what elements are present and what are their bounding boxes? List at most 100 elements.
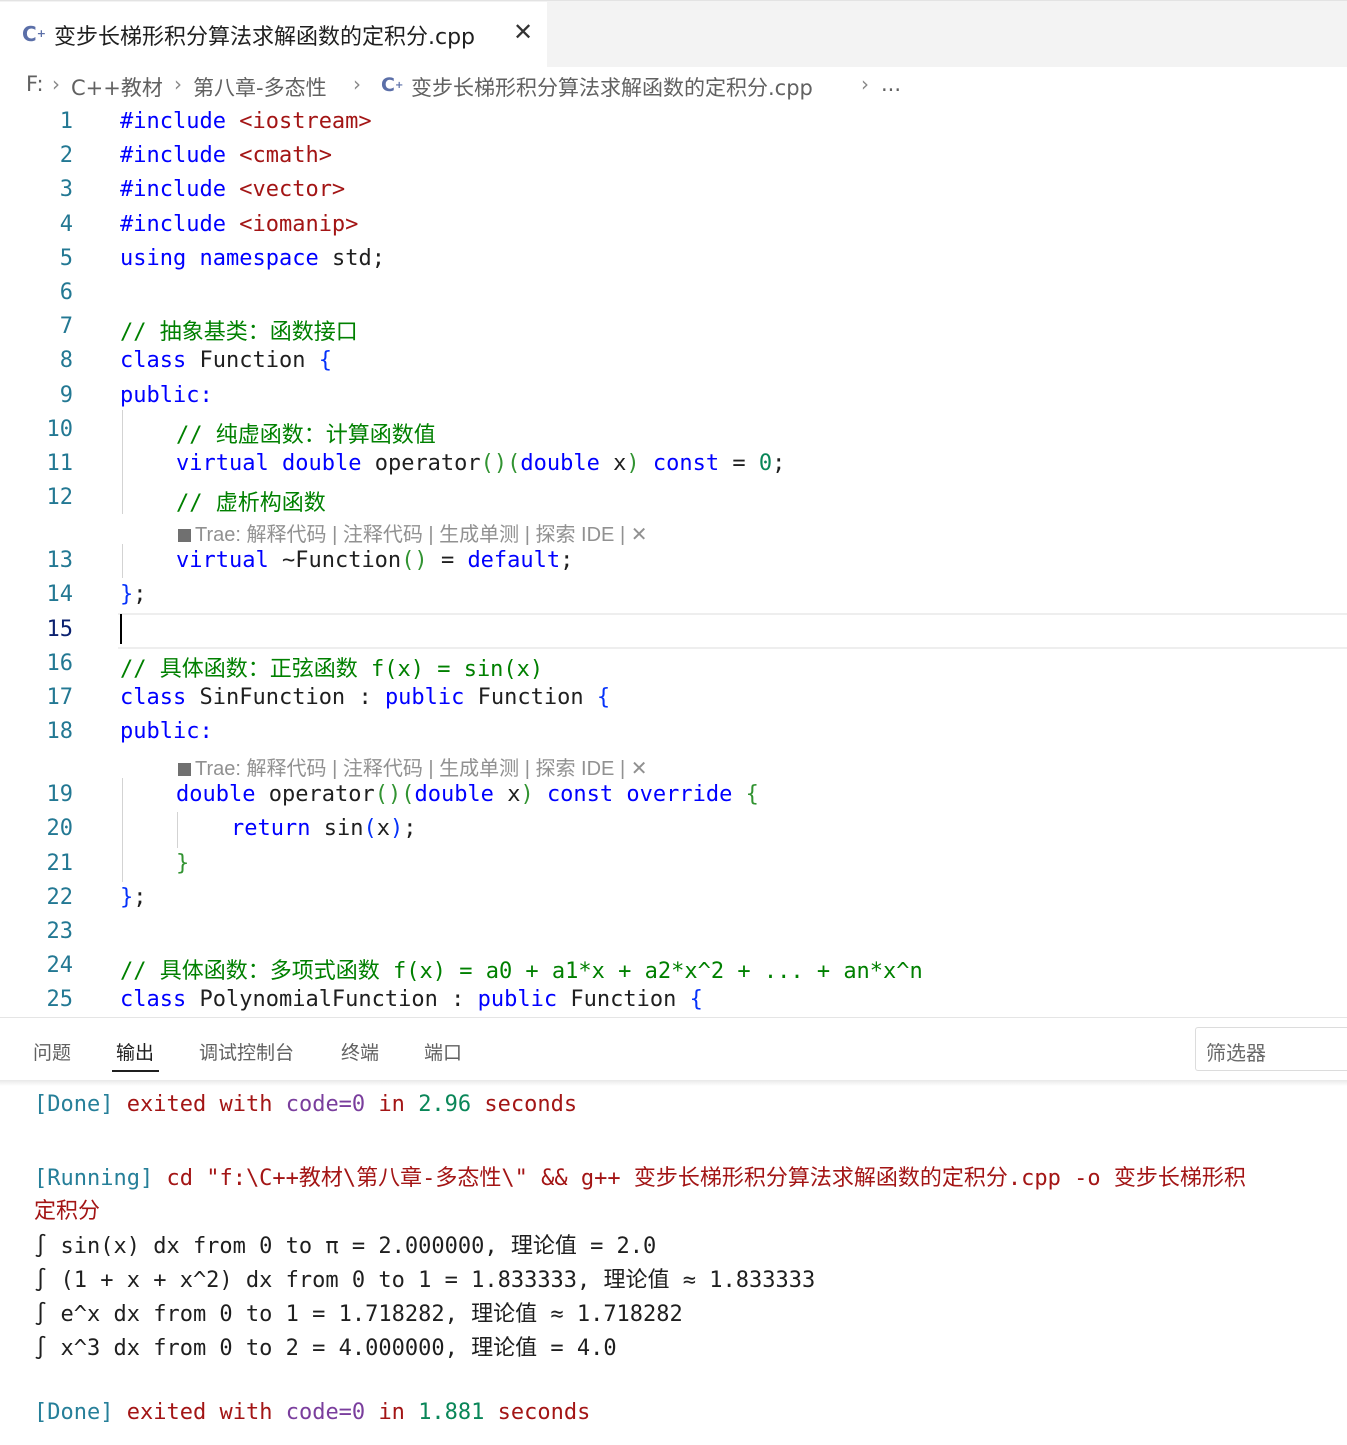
line-number: 20 xyxy=(46,816,74,841)
indent-guide xyxy=(122,544,123,578)
code-line: #include <iostream> xyxy=(120,109,372,134)
code-comment: // 抽象基类：函数接口 xyxy=(120,320,358,345)
chevron-right-icon: › xyxy=(353,72,361,96)
code-line: virtual ~Function() = default; xyxy=(176,548,574,573)
line-number: 16 xyxy=(46,651,74,676)
line-number: 22 xyxy=(46,885,74,910)
code-editor[interactable]: 1 2 3 4 5 6 7 8 9 10 11 12 13 14 15 16 1… xyxy=(0,106,1347,1018)
line-number: 19 xyxy=(46,782,74,807)
line-number: 4 xyxy=(59,212,73,237)
output-line: [Done] exited with code=0 in 1.881 secon… xyxy=(34,1400,591,1425)
line-number: 12 xyxy=(46,485,74,510)
close-icon[interactable]: ✕ xyxy=(631,524,648,546)
code-line: #include <iomanip> xyxy=(120,212,359,237)
cpp-file-icon: C+ xyxy=(22,22,46,46)
indent-guide xyxy=(177,812,178,848)
line-number: 14 xyxy=(46,582,74,607)
tab-problems[interactable]: 问题 xyxy=(33,1038,71,1065)
filter-input[interactable]: 筛选器 xyxy=(1195,1027,1347,1071)
line-number: 21 xyxy=(46,851,74,876)
tab-terminal[interactable]: 终端 xyxy=(341,1038,379,1065)
tab-ports[interactable]: 端口 xyxy=(424,1038,462,1065)
breadcrumb: F: › C++教材 › 第八章-多态性 › C + 变步长梯形积分算法求解函数的… xyxy=(0,66,1347,106)
code-comment: // 具体函数：多项式函数 f(x) = a0 + a1*x + a2*x^2 … xyxy=(120,959,923,984)
line-number: 23 xyxy=(46,919,74,944)
cpp-file-icon: C+ xyxy=(381,74,404,96)
codelens-comment-link[interactable]: 注释代码 xyxy=(343,758,423,780)
breadcrumb-file[interactable]: 变步长梯形积分算法求解函数的定积分.cpp xyxy=(411,72,813,102)
code-line: public: xyxy=(120,719,213,744)
breadcrumb-drive[interactable]: F: xyxy=(26,72,44,96)
chevron-right-icon: › xyxy=(174,72,182,96)
code-line: class SinFunction : public Function { xyxy=(120,685,611,710)
line-number: 9 xyxy=(59,383,73,408)
line-number: 1 xyxy=(59,109,73,134)
line-number: 3 xyxy=(59,177,73,202)
bottom-panel: 问题 输出 调试控制台 终端 端口 筛选器 [Done] exited with… xyxy=(0,1017,1347,1445)
line-number: 8 xyxy=(59,348,73,373)
codelens-comment-link[interactable]: 注释代码 xyxy=(343,524,423,546)
output-line: [Running] cd "f:\C++教材\第八章-多态性\" && g++ … xyxy=(34,1166,1246,1191)
line-number: 25 xyxy=(46,987,74,1012)
trae-icon xyxy=(178,763,191,777)
code-line: virtual double operator()(double x) cons… xyxy=(176,451,786,476)
close-icon[interactable]: ✕ xyxy=(631,758,648,780)
codelens-bar: Trae: 解释代码 | 注释代码 | 生成单测 | 探索 IDE | ✕ xyxy=(178,518,647,547)
code-line: double operator()(double x) const overri… xyxy=(176,782,759,807)
line-number: 7 xyxy=(59,314,73,339)
line-number: 13 xyxy=(46,548,74,573)
tab-output[interactable]: 输出 xyxy=(116,1038,154,1065)
indent-guide xyxy=(122,410,123,514)
output-line: ∫ x^3 dx from 0 to 2 = 4.000000, 理论值 = 4… xyxy=(34,1336,617,1361)
panel-divider xyxy=(0,1080,1347,1086)
codelens-unittest-link[interactable]: 生成单测 xyxy=(439,758,519,780)
chevron-right-icon: › xyxy=(861,72,869,96)
code-comment: // 虚析构函数 xyxy=(176,491,326,516)
line-number: 5 xyxy=(59,246,73,271)
line-number: 24 xyxy=(46,953,74,978)
code-line: class PolynomialFunction : public Functi… xyxy=(120,987,703,1012)
line-number: 6 xyxy=(59,280,73,305)
editor-tab-bar: C+ 变步长梯形积分算法求解函数的定积分.cpp ✕ xyxy=(0,0,1347,67)
codelens-bar: Trae: 解释代码 | 注释代码 | 生成单测 | 探索 IDE | ✕ xyxy=(178,752,647,781)
code-comment: // 纯虚函数：计算函数值 xyxy=(176,423,436,448)
line-number: 18 xyxy=(46,719,74,744)
code-line: return sin(x); xyxy=(231,816,417,841)
trae-icon xyxy=(178,529,191,543)
editor-tab-active[interactable]: C+ 变步长梯形积分算法求解函数的定积分.cpp ✕ xyxy=(0,2,547,67)
codelens-explain-link[interactable]: 解释代码 xyxy=(247,524,327,546)
current-line-highlight xyxy=(118,613,1347,649)
output-line: 定积分 xyxy=(34,1199,101,1224)
code-line: public: xyxy=(120,383,213,408)
tab-debug-console[interactable]: 调试控制台 xyxy=(199,1038,294,1065)
chevron-right-icon: › xyxy=(52,72,60,96)
code-line: using namespace std; xyxy=(120,246,385,271)
code-line: }; xyxy=(120,885,147,910)
active-tab-indicator xyxy=(112,1070,159,1072)
breadcrumb-folder[interactable]: C++教材 xyxy=(71,72,163,102)
code-comment: // 具体函数：正弦函数 f(x) = sin(x) xyxy=(120,657,544,682)
line-number: 2 xyxy=(59,143,73,168)
codelens-unittest-link[interactable]: 生成单测 xyxy=(439,524,519,546)
output-line: ∫ (1 + x + x^2) dx from 0 to 1 = 1.83333… xyxy=(34,1268,816,1293)
code-line: class Function { xyxy=(120,348,332,373)
code-line: }; xyxy=(120,582,147,607)
text-cursor xyxy=(120,614,122,644)
code-line: #include <vector> xyxy=(120,177,346,202)
codelens-explore-link[interactable]: 探索 IDE xyxy=(535,758,614,780)
breadcrumb-folder[interactable]: 第八章-多态性 xyxy=(193,72,327,102)
output-line: ∫ e^x dx from 0 to 1 = 1.718282, 理论值 ≈ 1… xyxy=(34,1302,683,1327)
codelens-explain-link[interactable]: 解释代码 xyxy=(247,758,327,780)
line-number: 17 xyxy=(46,685,74,710)
close-icon[interactable]: ✕ xyxy=(510,17,536,47)
output-line: [Done] exited with code=0 in 2.96 second… xyxy=(34,1092,578,1117)
tab-title: 变步长梯形积分算法求解函数的定积分.cpp xyxy=(54,25,476,50)
codelens-explore-link[interactable]: 探索 IDE xyxy=(535,524,614,546)
line-number: 11 xyxy=(46,451,74,476)
code-line: } xyxy=(176,851,190,876)
code-line: #include <cmath> xyxy=(120,143,332,168)
breadcrumb-more[interactable]: ... xyxy=(881,72,901,96)
output-line: ∫ sin(x) dx from 0 to π = 2.000000, 理论值 … xyxy=(34,1234,657,1259)
line-number: 10 xyxy=(46,417,74,442)
indent-guide xyxy=(122,778,123,882)
